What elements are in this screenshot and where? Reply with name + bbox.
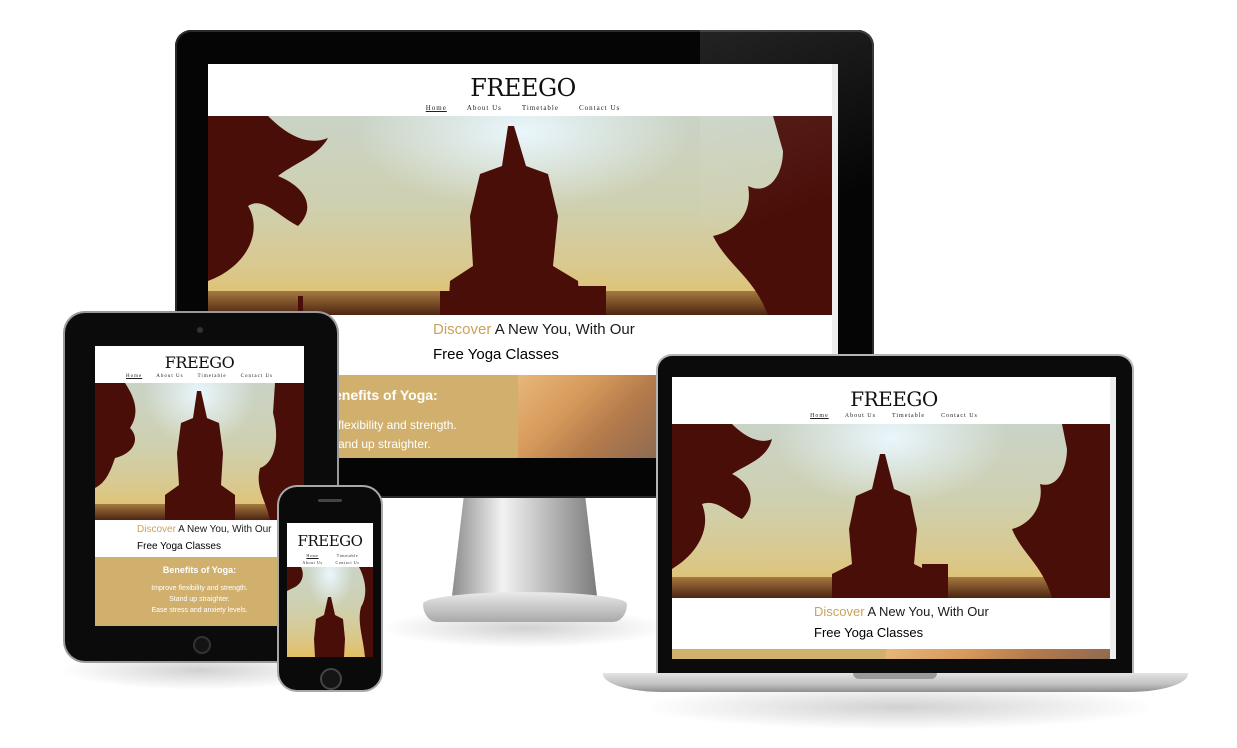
nav-timetable[interactable]: Timetable (330, 553, 365, 558)
laptop-screen: FREEGO Home About Us Timetable Contact U… (672, 377, 1116, 659)
nav-timetable[interactable]: Timetable (892, 413, 925, 419)
site-logo[interactable]: FREEGO (208, 74, 838, 102)
tablet-screen: FREEGO Home About Us Timetable Contact U… (95, 346, 304, 626)
benefits-panel: enefits of Yoga: flexibility and strengt… (316, 375, 518, 458)
yoga-silhouette-icon (95, 383, 304, 520)
site-logo[interactable]: FREEGO (95, 353, 304, 372)
tablet-camera (197, 327, 203, 333)
benefits-panel (672, 649, 886, 659)
phone-screen: FREEGO Home Timetable About Us Contact U… (287, 523, 373, 657)
nav-contact-us[interactable]: Contact Us (330, 560, 365, 565)
laptop-notch (853, 673, 937, 679)
benefits-title: enefits of Yoga: (334, 387, 438, 403)
benefits-title: Benefits of Yoga: (162, 565, 237, 575)
main-nav: Home Timetable About Us Contact Us (295, 553, 365, 565)
benefits-panel: Benefits of Yoga: Improve flexibility an… (95, 557, 304, 626)
nav-home[interactable]: Home (126, 374, 142, 379)
benefit-line: Improve flexibility and strength. (151, 585, 248, 592)
nav-about-us[interactable]: About Us (467, 104, 502, 112)
nav-about-us[interactable]: About Us (156, 374, 183, 379)
nav-timetable[interactable]: Timetable (198, 374, 227, 379)
yoga-silhouette-icon (208, 116, 838, 315)
hero-image (208, 116, 838, 315)
nav-home[interactable]: Home (810, 413, 829, 419)
scrollbar[interactable] (1110, 377, 1116, 659)
site-logo[interactable]: FREEGO (672, 387, 1116, 411)
site-logo[interactable]: FREEGO (287, 532, 373, 550)
nav-about-us[interactable]: About Us (845, 413, 876, 419)
phone-speaker (318, 499, 342, 502)
main-nav: Home About Us Timetable Contact Us (95, 374, 304, 379)
subheadline: Free Yoga Classes (814, 625, 924, 640)
nav-contact-us[interactable]: Contact Us (579, 104, 620, 112)
main-nav: Home About Us Timetable Contact Us (672, 413, 1116, 419)
hero-image (672, 424, 1110, 598)
headline: Discover A New You, With Our (137, 524, 272, 535)
nav-home[interactable]: Home (295, 553, 330, 558)
yoga-silhouette-icon (672, 424, 1110, 598)
subheadline: Free Yoga Classes (137, 541, 221, 552)
monitor-stand-neck (452, 498, 597, 596)
phone-home-button[interactable] (320, 668, 342, 690)
tablet-home-button[interactable] (193, 636, 211, 654)
benefit-line: Ease stress and anxiety levels. (151, 607, 248, 614)
benefits-photo (518, 375, 658, 458)
benefit-line: flexibility and strength. (338, 418, 457, 432)
benefit-line: and up straighter. (338, 437, 431, 451)
benefits-photo (886, 649, 1110, 659)
main-nav: Home About Us Timetable Contact Us (208, 104, 838, 112)
headline: Discover A New You, With Our (433, 321, 635, 338)
headline: Discover A New You, With Our (814, 604, 989, 619)
nav-about-us[interactable]: About Us (295, 560, 330, 565)
subheadline: Free Yoga Classes (433, 346, 559, 363)
nav-contact-us[interactable]: Contact Us (941, 413, 978, 419)
benefit-line: Stand up straighter. (169, 596, 230, 603)
nav-timetable[interactable]: Timetable (522, 104, 559, 112)
nav-contact-us[interactable]: Contact Us (241, 374, 273, 379)
hero-image (287, 567, 373, 657)
yoga-silhouette-icon (287, 567, 373, 657)
hero-image (95, 383, 304, 520)
nav-home[interactable]: Home (426, 104, 447, 112)
monitor-stand-base (423, 592, 627, 622)
